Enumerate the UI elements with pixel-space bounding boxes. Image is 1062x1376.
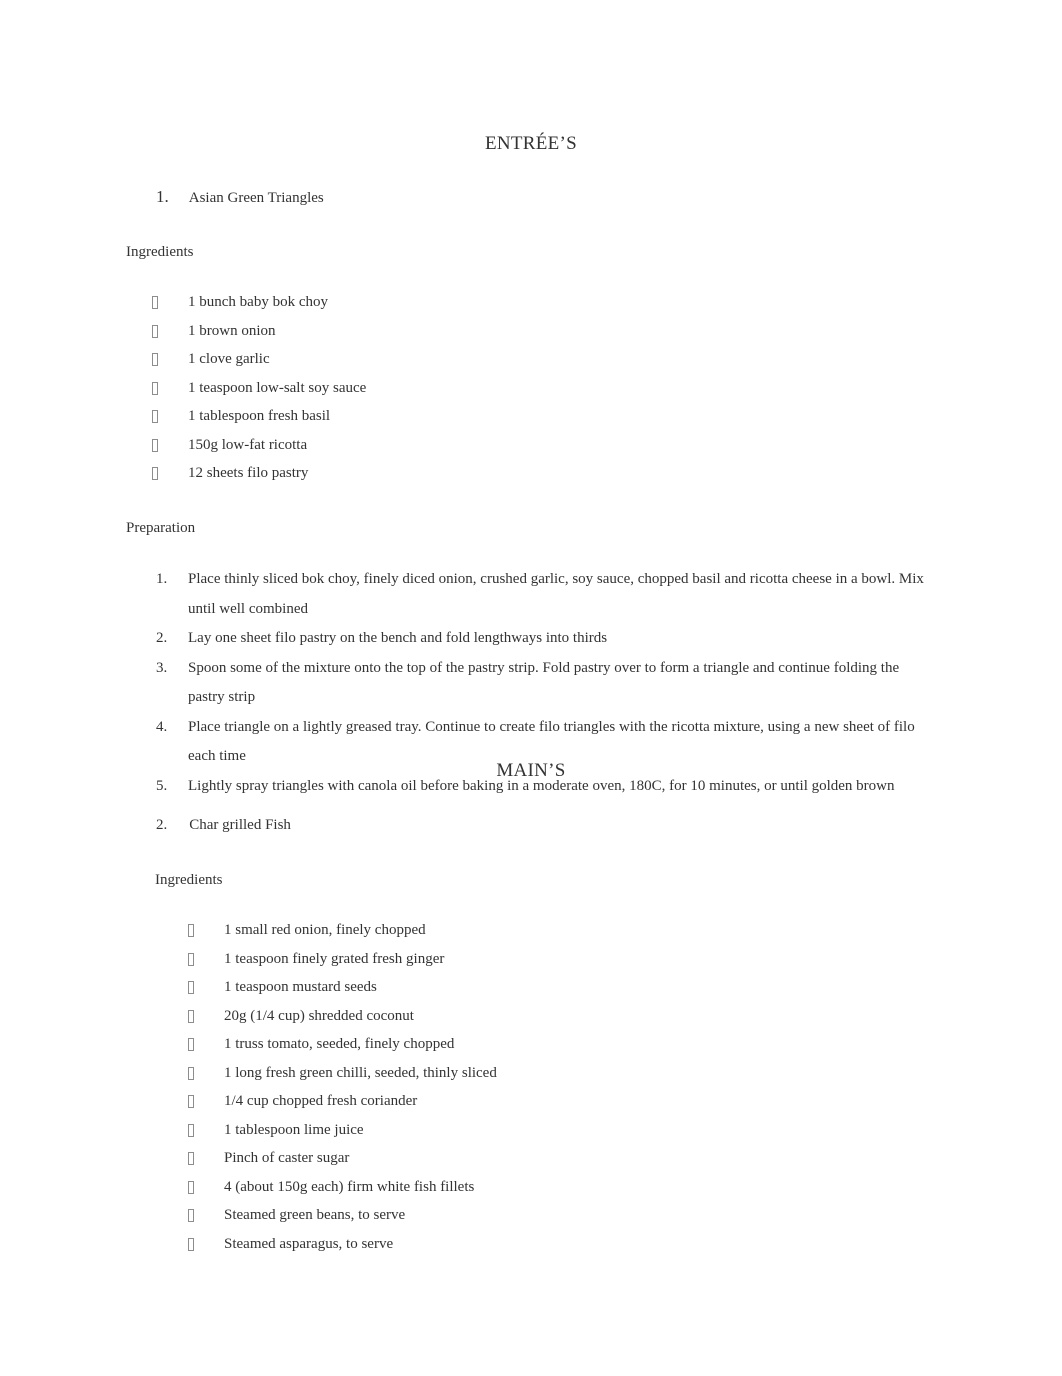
bullet-box-icon [188, 1180, 194, 1194]
ingredient-list-1: 1 bunch baby bok choy 1 brown onion 1 cl… [152, 288, 366, 488]
list-item: 150g low-fat ricotta [152, 431, 366, 460]
bullet-box-icon [188, 1095, 194, 1108]
recipe-title-row-2: 2. Char grilled Fish [156, 814, 291, 836]
ingredient-text: 1/4 cup chopped fresh coriander [224, 1093, 418, 1109]
bullet-box-icon [188, 1237, 194, 1251]
bullet-box-icon [188, 1152, 194, 1165]
list-item: 1 brown onion [152, 317, 366, 346]
bullet-box-icon [152, 296, 158, 309]
list-item: 1. Place thinly sliced bok choy, finely … [156, 565, 931, 624]
bullet-box-icon [152, 381, 158, 395]
ingredient-text: 1 truss tomato, seeded, finely chopped [224, 1036, 455, 1052]
step-number: 2. [156, 630, 168, 646]
bullet-box-icon [152, 467, 158, 480]
ingredient-text: 1 tablespoon lime juice [224, 1121, 364, 1138]
list-item: 2. Lay one sheet filo pastry on the benc… [156, 624, 931, 654]
step-number: 4. [156, 718, 168, 735]
bullet-box-icon [188, 1009, 194, 1023]
list-item: 1 truss tomato, seeded, finely chopped [188, 1030, 497, 1059]
ingredient-text: 1 clove garlic [188, 351, 270, 367]
step-text: Lay one sheet filo pastry on the bench a… [188, 630, 608, 646]
list-item: 4 (about 150g each) firm white fish fill… [188, 1173, 497, 1202]
bullet-box-icon [152, 438, 158, 452]
ingredient-text: 1 small red onion, finely chopped [224, 922, 426, 938]
ingredient-text: 4 (about 150g each) firm white fish fill… [224, 1178, 475, 1195]
bullet-box-icon [188, 952, 194, 966]
ingredient-text: 1 brown onion [188, 322, 276, 339]
list-item: 1 teaspoon low-salt soy sauce [152, 374, 366, 403]
list-item: 1 tablespoon lime juice [188, 1116, 497, 1145]
recipe-title-2: Char grilled Fish [189, 817, 291, 833]
bullet-box-icon [188, 981, 194, 994]
list-item: 20g (1/4 cup) shredded coconut [188, 1002, 497, 1031]
ingredient-text: Steamed asparagus, to serve [224, 1235, 394, 1252]
bullet-box-icon [188, 1209, 194, 1222]
list-item: 1 teaspoon finely grated fresh ginger [188, 945, 497, 974]
list-item: 1 small red onion, finely chopped [188, 916, 497, 945]
list-item: Steamed green beans, to serve [188, 1201, 497, 1230]
list-item: 1 bunch baby bok choy [152, 288, 366, 317]
step-number: 1. [156, 571, 168, 587]
document-page: ENTRÉE’S 1. Asian Green Triangles Ingred… [0, 0, 1062, 1376]
step-text: Spoon some of the mixture onto the top o… [188, 659, 900, 706]
list-item: 3. Spoon some of the mixture onto the to… [156, 654, 931, 713]
list-item: 1 tablespoon fresh basil [152, 402, 366, 431]
bullet-box-icon [152, 410, 158, 423]
ingredient-text: Steamed green beans, to serve [224, 1207, 406, 1223]
list-item: 1/4 cup chopped fresh coriander [188, 1087, 497, 1116]
ingredients-label-1: Ingredients [126, 244, 194, 260]
list-item: 1 long fresh green chilli, seeded, thinl… [188, 1059, 497, 1088]
bullet-box-icon [188, 1123, 194, 1137]
section-heading-entrees: ENTRÉE’S [484, 133, 578, 154]
ingredient-text: 1 teaspoon mustard seeds [224, 979, 377, 995]
ingredient-text: 150g low-fat ricotta [188, 436, 308, 453]
list-item: Steamed asparagus, to serve [188, 1230, 497, 1259]
ingredient-text: Pinch of caster sugar [224, 1150, 350, 1166]
step-number: 3. [156, 659, 168, 676]
list-item: 1 teaspoon mustard seeds [188, 973, 497, 1002]
ingredients-label-2: Ingredients [155, 872, 223, 888]
list-item: 1 clove garlic [152, 345, 366, 374]
list-item: 12 sheets filo pastry [152, 459, 366, 488]
ingredient-text: 1 teaspoon finely grated fresh ginger [224, 950, 445, 967]
ingredient-text: 20g (1/4 cup) shredded coconut [224, 1007, 414, 1024]
bullet-box-icon [188, 1038, 194, 1051]
bullet-box-icon [188, 1066, 194, 1080]
recipe-title-row-1: 1. Asian Green Triangles [156, 186, 324, 209]
recipe-number-1: 1. [156, 187, 169, 206]
ingredient-text: 1 tablespoon fresh basil [188, 408, 331, 424]
bullet-box-icon [188, 924, 194, 937]
ingredient-text: 1 bunch baby bok choy [188, 294, 328, 310]
bullet-box-icon [152, 324, 158, 338]
preparation-label-1: Preparation [126, 520, 196, 536]
ingredient-text: 1 long fresh green chilli, seeded, thinl… [224, 1064, 497, 1081]
list-item: Pinch of caster sugar [188, 1144, 497, 1173]
step-text: Place thinly sliced bok choy, finely dic… [188, 571, 924, 617]
ingredient-text: 1 teaspoon low-salt soy sauce [188, 379, 367, 396]
ingredient-list-2: 1 small red onion, finely chopped 1 teas… [188, 916, 497, 1258]
recipe-number-2: 2. [156, 817, 168, 833]
recipe-title-1: Asian Green Triangles [188, 190, 324, 206]
bullet-box-icon [152, 353, 158, 366]
ingredient-text: 12 sheets filo pastry [188, 465, 309, 481]
section-heading-mains: MAIN’S [496, 760, 566, 781]
